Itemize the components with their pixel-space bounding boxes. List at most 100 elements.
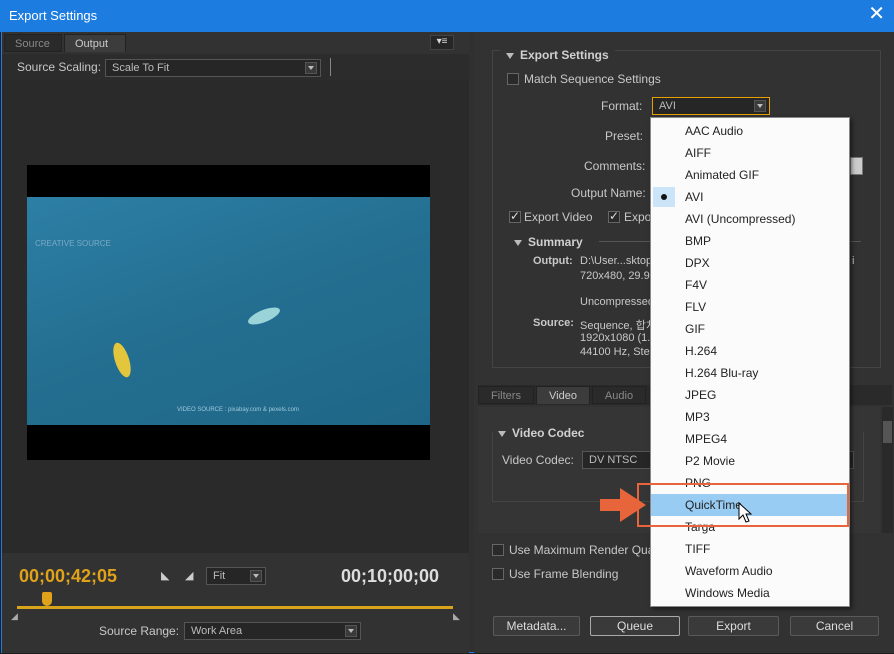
out-point-icon[interactable]: ◣: [453, 611, 460, 622]
title-bar: Export Settings ✕: [0, 0, 894, 32]
format-option-h-264-blu-ray[interactable]: H.264 Blu-ray: [651, 362, 849, 384]
format-option-h-264[interactable]: H.264: [651, 340, 849, 362]
source-line-1: Sequence, 합치: [580, 320, 656, 332]
mark-out-icon[interactable]: ◢: [185, 569, 193, 582]
source-line-2: 1920x1080 (1.0: [580, 332, 657, 344]
format-option-bmp[interactable]: BMP: [651, 230, 849, 252]
zoom-value: Fit: [213, 570, 226, 582]
tab-output[interactable]: Output: [64, 34, 126, 52]
metadata-button[interactable]: Metadata...: [493, 616, 580, 636]
preset-label: Preset:: [605, 129, 644, 143]
export-video-checkbox[interactable]: [509, 209, 521, 223]
format-option-label: FLV: [685, 300, 707, 314]
source-scaling-value: Scale To Fit: [112, 62, 170, 74]
source-scaling-dropdown[interactable]: Scale To Fit: [105, 59, 321, 77]
output-tail: i: [852, 255, 855, 267]
format-option-label: TIFF: [685, 542, 711, 556]
zoom-dropdown[interactable]: Fit: [206, 567, 266, 585]
output-line-3: Uncompressed: [580, 296, 654, 308]
selected-bullet-icon: [653, 187, 675, 207]
format-option-label: AVI: [685, 190, 704, 204]
max-render-checkbox[interactable]: [492, 544, 504, 556]
menu-icon: ▾≡: [436, 36, 448, 47]
source-range-dropdown[interactable]: Work Area: [184, 622, 361, 640]
format-menu: AAC Audio AIFF Animated GIF AVI AVI (Uncompr…: [650, 117, 850, 607]
max-render-label: Use Maximum Render Quality: [509, 543, 670, 557]
close-icon[interactable]: ✕: [868, 4, 885, 24]
format-option-waveform-audio[interactable]: Waveform Audio: [651, 560, 849, 582]
pointer-arrow-icon: [600, 488, 646, 522]
format-option-windows-media[interactable]: Windows Media: [651, 582, 849, 604]
playhead-icon[interactable]: [42, 592, 52, 606]
format-option-aac-audio[interactable]: AAC Audio: [651, 120, 849, 142]
chevron-down-icon: [305, 62, 317, 74]
format-option-label: F4V: [685, 278, 708, 292]
format-value: AVI: [659, 100, 676, 112]
tab-filters[interactable]: Filters: [478, 386, 534, 404]
preview-vertical-scrollbar[interactable]: [459, 80, 469, 543]
collapse-triangle-icon: [514, 239, 522, 246]
duration-timecode: 00;10;00;00: [341, 566, 440, 586]
match-sequence-checkbox[interactable]: [507, 73, 519, 85]
source-range-label: Source Range:: [99, 624, 180, 638]
format-option-avi[interactable]: AVI: [651, 186, 849, 208]
source-scaling-label: Source Scaling:: [17, 60, 102, 74]
format-option-label: AAC Audio: [685, 124, 744, 138]
export-audio-checkbox[interactable]: [608, 209, 620, 223]
format-option-jpeg[interactable]: JPEG: [651, 384, 849, 406]
export-button[interactable]: Export: [688, 616, 779, 636]
tab-audio[interactable]: Audio: [592, 386, 646, 404]
summary-header[interactable]: Summary: [514, 235, 583, 249]
panel-menu-button[interactable]: ▾≡: [430, 35, 454, 50]
cancel-button[interactable]: Cancel: [790, 616, 879, 636]
format-option-label: BMP: [685, 234, 712, 248]
format-option-label: JPEG: [685, 388, 717, 402]
source-range-value: Work Area: [191, 625, 243, 637]
scrollbar-thumb[interactable]: [883, 421, 892, 443]
preview-pane: Source Output ▾≡ Source Scaling: Scale T…: [2, 32, 469, 653]
format-option-animated-gif[interactable]: Animated GIF: [651, 164, 849, 186]
export-settings-header[interactable]: Export Settings: [500, 48, 615, 62]
format-option-dpx[interactable]: DPX: [651, 252, 849, 274]
video-preview-area: CREATIVE SOURCE VIDEO SOURCE : pixabay.c…: [2, 80, 459, 543]
chevron-down-icon: [754, 100, 766, 112]
format-option-flv[interactable]: FLV: [651, 296, 849, 318]
queue-button[interactable]: Queue: [590, 616, 680, 636]
preview-horizontal-scrollbar[interactable]: [2, 543, 469, 553]
mouse-cursor-icon: [738, 502, 752, 523]
settings-scrollbar[interactable]: [882, 407, 893, 533]
tab-video[interactable]: Video: [536, 386, 590, 404]
format-option-mp3[interactable]: MP3: [651, 406, 849, 428]
in-point-icon[interactable]: ◢: [11, 611, 18, 622]
format-option-aiff[interactable]: AIFF: [651, 142, 849, 164]
format-option-label: Animated GIF: [685, 168, 760, 182]
format-option-label: GIF: [685, 322, 705, 336]
comments-input-edge[interactable]: [850, 157, 863, 175]
current-timecode[interactable]: 00;00;42;05: [19, 566, 117, 587]
format-option-gif[interactable]: GIF: [651, 318, 849, 340]
frame-blending-checkbox[interactable]: [492, 568, 504, 580]
format-option-tiff[interactable]: TIFF: [651, 538, 849, 560]
format-option-mpeg4[interactable]: MPEG4: [651, 428, 849, 450]
divider: [330, 58, 331, 76]
mark-in-icon[interactable]: ◣: [161, 569, 169, 582]
output-summary-label: Output:: [533, 255, 573, 267]
frame-blending-label: Use Frame Blending: [509, 567, 619, 581]
export-video-label: Export Video: [524, 210, 593, 224]
format-option-avi-uncompressed[interactable]: AVI (Uncompressed): [651, 208, 849, 230]
comments-label: Comments:: [584, 159, 646, 173]
timeline-range-bar[interactable]: [17, 606, 453, 609]
format-option-f4v[interactable]: F4V: [651, 274, 849, 296]
output-line-2: 720x480, 29.97: [580, 270, 656, 282]
watermark-logo: CREATIVE SOURCE: [35, 239, 111, 248]
tab-source[interactable]: Source: [4, 34, 62, 52]
format-option-label: P2 Movie: [685, 454, 736, 468]
format-dropdown[interactable]: AVI: [652, 97, 770, 115]
format-option-p2-movie[interactable]: P2 Movie: [651, 450, 849, 472]
window-title: Export Settings: [9, 8, 98, 23]
format-option-label: H.264: [685, 344, 718, 358]
output-name-label: Output Name:: [571, 186, 646, 200]
format-option-label: MPEG4: [685, 432, 728, 446]
video-image: CREATIVE SOURCE VIDEO SOURCE : pixabay.c…: [27, 197, 430, 425]
kayak-yellow: [109, 340, 135, 380]
